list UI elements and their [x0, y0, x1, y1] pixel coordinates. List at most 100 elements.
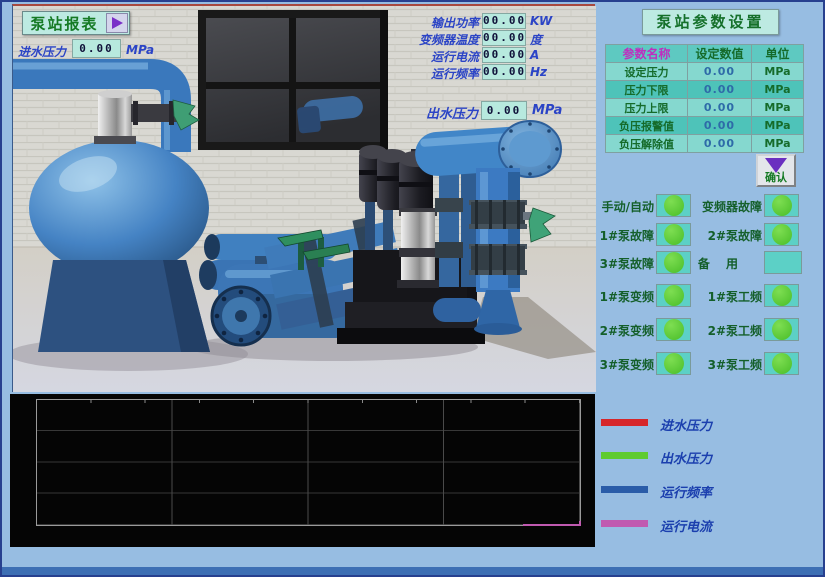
indicator-dot-icon — [664, 285, 684, 306]
output-power-label: 输出功率 — [431, 14, 479, 31]
run-current-label: 运行电流 — [431, 48, 479, 65]
pump1-vfd-label: 1#泵变频 — [600, 288, 654, 305]
pump2-mains-label: 2#泵工频 — [708, 322, 762, 339]
run-frequency-value: 00.00 — [482, 64, 526, 80]
col-header-set-value: 设定数值 — [688, 45, 752, 63]
status-row: 1#泵变频 1#泵工频 — [597, 284, 825, 308]
pump1-fault-indicator — [656, 223, 691, 246]
indicator-dot-icon — [772, 319, 792, 340]
param-name: 设定压力 — [606, 63, 688, 81]
indicator-dot-icon — [664, 353, 684, 374]
run-current-unit: A — [530, 48, 539, 62]
param-value-field[interactable]: 0.00 — [688, 99, 752, 117]
legend-label-current: 运行电流 — [660, 516, 712, 535]
legend-label-outlet: 出水压力 — [660, 448, 712, 467]
pump2-vfd-label: 2#泵变频 — [600, 322, 654, 339]
bottom-bar — [2, 567, 823, 575]
inverter-temp-unit: 度 — [530, 31, 542, 48]
indicator-dot-icon — [664, 224, 684, 245]
param-unit: MPa — [752, 135, 804, 153]
output-power-value: 00.00 — [482, 13, 526, 29]
legend-color-current — [601, 520, 648, 527]
legend-item: 出水压力 — [601, 452, 825, 468]
outlet-pressure-value: 0.00 — [481, 101, 527, 120]
header-flange — [212, 287, 270, 345]
inverter-temp-label: 变频器温度 — [419, 31, 479, 48]
pump2-fault-indicator — [764, 223, 799, 246]
pump1-mains-label: 1#泵工频 — [708, 288, 762, 305]
legend-item: 进水压力 — [601, 419, 825, 435]
legend-label-inlet: 进水压力 — [660, 415, 712, 434]
param-name: 压力下限 — [606, 81, 688, 99]
legend-item: 运行电流 — [601, 520, 825, 536]
tank-pedestal — [38, 260, 210, 352]
live-row: 变频器温度 00.00 度 — [13, 30, 595, 47]
pump3-fault-label: 3#泵故障 — [600, 255, 654, 272]
confirm-button[interactable]: 确认 — [756, 154, 796, 187]
indicator-dot-icon — [772, 224, 792, 245]
manual-auto-indicator — [656, 194, 691, 217]
run-frequency-label: 运行频率 — [431, 65, 479, 82]
pump2-mains-indicator — [764, 318, 799, 341]
trend-plot-area — [36, 399, 581, 526]
pump2-vfd-indicator — [656, 318, 691, 341]
pump-chrome-column — [397, 208, 439, 288]
status-row: 3#泵变频 3#泵工频 — [597, 352, 825, 376]
param-name: 负压报警值 — [606, 117, 688, 135]
output-power-unit: KW — [530, 14, 552, 28]
current-trace-line — [523, 524, 581, 526]
inverter-fault-indicator — [764, 194, 799, 217]
live-row: 运行频率 00.00 Hz — [13, 64, 595, 81]
live-row: 运行电流 00.00 A — [13, 47, 595, 64]
indicator-dot-icon — [772, 353, 792, 374]
status-row: 1#泵故障 2#泵故障 — [597, 223, 825, 247]
status-row: 3#泵故障 备 用 — [597, 251, 825, 275]
pump3-mains-indicator — [764, 352, 799, 375]
table-row: 设定压力 0.00 MPa — [606, 63, 804, 81]
pump2-fault-label: 2#泵故障 — [708, 227, 762, 244]
live-row: 输出功率 00.00 KW — [13, 13, 595, 30]
table-row: 负压解除值 0.00 MPa — [606, 135, 804, 153]
outlet-pressure-unit: MPa — [532, 103, 562, 118]
settings-table: 参数名称 设定数值 单位 设定压力 0.00 MPa 压力下限 0.00 MPa… — [605, 44, 804, 153]
legend-item: 运行频率 — [601, 486, 825, 502]
run-frequency-unit: Hz — [530, 65, 547, 79]
pump3-vfd-indicator — [656, 352, 691, 375]
spare-label: 备 用 — [698, 255, 744, 272]
run-current-value: 00.00 — [482, 47, 526, 63]
indicator-dot-icon — [664, 252, 684, 273]
indicator-dot-icon — [772, 195, 792, 216]
pump3-fault-indicator — [656, 251, 691, 274]
scene-panel: 泵站报表 进水压力 0.00 MPa 输出功率 00.00 KW 变频器温度 0… — [12, 4, 595, 392]
confirm-button-label: 确认 — [758, 169, 794, 185]
col-header-param-name: 参数名称 — [606, 45, 688, 63]
pump1-vfd-indicator — [656, 284, 691, 307]
indicator-dot-icon — [772, 285, 792, 306]
manual-auto-label: 手动/自动 — [602, 198, 654, 215]
pump3-vfd-label: 3#泵变频 — [600, 356, 654, 373]
legend-color-outlet — [601, 452, 648, 459]
param-value-field[interactable]: 0.00 — [688, 117, 752, 135]
col-header-unit: 单位 — [752, 45, 804, 63]
legend-color-inlet — [601, 419, 648, 426]
table-row: 压力上限 0.00 MPa — [606, 99, 804, 117]
param-value-field[interactable]: 0.00 — [688, 63, 752, 81]
hmi-screen: 泵站报表 进水压力 0.00 MPa 输出功率 00.00 KW 变频器温度 0… — [0, 0, 825, 577]
pump1-mains-indicator — [764, 284, 799, 307]
legend-label-frequency: 运行频率 — [660, 482, 712, 501]
param-unit: MPa — [752, 99, 804, 117]
param-value-field[interactable]: 0.00 — [688, 81, 752, 99]
param-name: 负压解除值 — [606, 135, 688, 153]
inverter-fault-label: 变频器故障 — [702, 198, 762, 215]
settings-panel-title: 泵站参数设置 — [642, 9, 779, 35]
pump1-fault-label: 1#泵故障 — [600, 227, 654, 244]
param-unit: MPa — [752, 63, 804, 81]
legend-color-frequency — [601, 486, 648, 493]
trend-chart — [10, 394, 595, 547]
table-row: 压力下限 0.00 MPa — [606, 81, 804, 99]
indicator-dot-icon — [664, 195, 684, 216]
param-value-field[interactable]: 0.00 — [688, 135, 752, 153]
outlet-pressure-row: 出水压力 0.00 MPa — [13, 100, 595, 120]
outlet-pressure-label: 出水压力 — [426, 103, 478, 122]
inverter-temp-value: 00.00 — [482, 30, 526, 46]
